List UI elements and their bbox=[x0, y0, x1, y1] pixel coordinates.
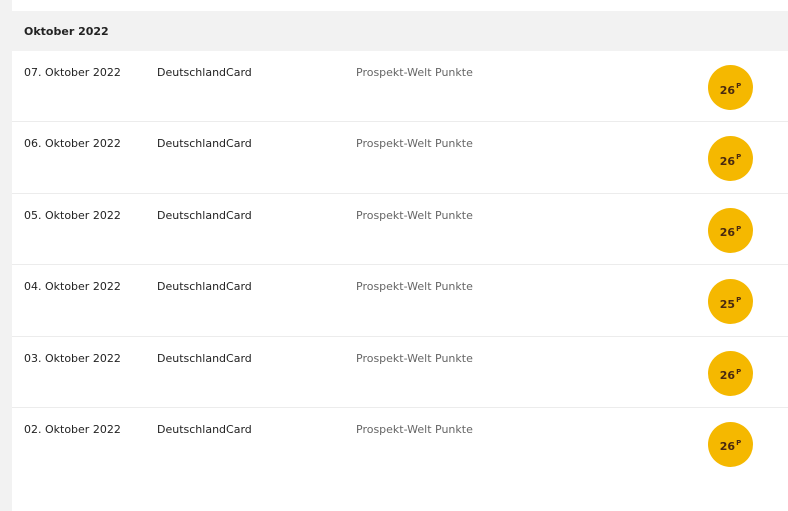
transaction-date: 02. Oktober 2022 bbox=[24, 422, 121, 436]
points-badge: 26 P bbox=[708, 65, 753, 110]
points-value: 26 bbox=[719, 440, 736, 454]
transaction-date: 05. Oktober 2022 bbox=[24, 208, 121, 222]
points-unit: P bbox=[736, 224, 742, 233]
points-unit: P bbox=[736, 153, 742, 162]
transaction-description: Prospekt-Welt Punkte bbox=[356, 351, 473, 365]
transactions-panel: Oktober 2022 07. Oktober 2022 Deutschlan… bbox=[12, 0, 788, 511]
transaction-date: 03. Oktober 2022 bbox=[24, 351, 121, 365]
points-unit: P bbox=[736, 82, 742, 90]
transaction-row: 02. Oktober 2022 DeutschlandCard Prospek… bbox=[12, 408, 788, 479]
points-badge: 26 P bbox=[708, 207, 753, 253]
transaction-partner: DeutschlandCard bbox=[157, 137, 252, 151]
transaction-partner: DeutschlandCard bbox=[157, 422, 252, 436]
transaction-description: Prospekt-Welt Punkte bbox=[356, 137, 473, 151]
points-badge: 26 P bbox=[708, 136, 753, 182]
points-unit: P bbox=[736, 296, 742, 305]
transaction-row: 07. Oktober 2022 DeutschlandCard Prospek… bbox=[12, 51, 788, 123]
transaction-partner: DeutschlandCard bbox=[157, 351, 252, 365]
transaction-row: 05. Oktober 2022 DeutschlandCard Prospek… bbox=[12, 194, 788, 266]
points-value: 26 bbox=[719, 154, 736, 168]
month-header: Oktober 2022 bbox=[12, 11, 788, 51]
transaction-description: Prospekt-Welt Punkte bbox=[356, 280, 473, 294]
points-value: 26 bbox=[719, 369, 736, 383]
transaction-row: 04. Oktober 2022 DeutschlandCard Prospek… bbox=[12, 265, 788, 337]
points-value: 26 bbox=[719, 83, 736, 97]
transaction-partner: DeutschlandCard bbox=[157, 208, 252, 222]
points-value: 26 bbox=[719, 226, 736, 240]
transaction-date: 04. Oktober 2022 bbox=[24, 280, 121, 294]
points-badge: 26 P bbox=[708, 421, 753, 467]
points-badge: 25 P bbox=[708, 279, 753, 325]
transaction-partner: DeutschlandCard bbox=[157, 280, 252, 294]
points-badge: 26 P bbox=[708, 350, 753, 396]
transaction-list: 07. Oktober 2022 DeutschlandCard Prospek… bbox=[12, 51, 788, 479]
transaction-date: 06. Oktober 2022 bbox=[24, 137, 121, 151]
transaction-partner: DeutschlandCard bbox=[157, 66, 252, 79]
month-label: Oktober 2022 bbox=[24, 24, 109, 38]
transaction-description: Prospekt-Welt Punkte bbox=[356, 422, 473, 436]
transaction-row: 06. Oktober 2022 DeutschlandCard Prospek… bbox=[12, 122, 788, 194]
points-value: 25 bbox=[719, 297, 736, 311]
transaction-row: 03. Oktober 2022 DeutschlandCard Prospek… bbox=[12, 337, 788, 408]
points-unit: P bbox=[736, 367, 742, 376]
transaction-description: Prospekt-Welt Punkte bbox=[356, 208, 473, 222]
transaction-date: 07. Oktober 2022 bbox=[24, 66, 121, 79]
points-unit: P bbox=[736, 438, 742, 447]
transaction-description: Prospekt-Welt Punkte bbox=[356, 66, 473, 79]
